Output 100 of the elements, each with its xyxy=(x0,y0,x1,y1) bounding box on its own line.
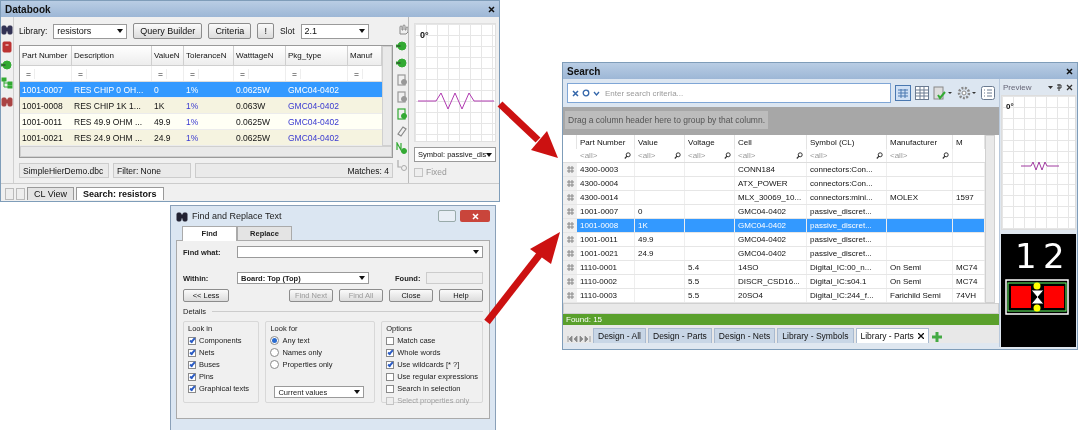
search-icon[interactable] xyxy=(724,152,731,159)
expand-icon[interactable] xyxy=(566,180,574,187)
scrollbar[interactable] xyxy=(563,303,999,314)
checkbox[interactable] xyxy=(386,384,395,393)
net-icon[interactable] xyxy=(396,142,408,154)
search-icon[interactable] xyxy=(942,152,949,159)
list-icon[interactable] xyxy=(981,86,995,100)
tab[interactable]: Search: resistors xyxy=(76,187,164,200)
search-icon[interactable] xyxy=(796,152,803,159)
hand-icon[interactable] xyxy=(396,23,408,35)
table-row[interactable]: 4300-0004 ATX_POWER connectors:Con... xyxy=(563,177,985,191)
toolbar-button[interactable]: Query Builder xyxy=(133,23,203,39)
scrollbar[interactable] xyxy=(20,146,392,157)
close-icon[interactable] xyxy=(1066,67,1073,75)
table-view-icon[interactable] xyxy=(895,85,911,101)
search-box[interactable]: Enter search criteria... xyxy=(567,83,891,103)
pin-icon[interactable] xyxy=(396,159,408,171)
table-row[interactable]: 4300-0014 MLX_30069_10... connectors:mini... MOLEX 1597 xyxy=(563,191,985,205)
plus-icon[interactable] xyxy=(396,57,408,69)
column-header[interactable]: Description xyxy=(72,46,152,66)
chevron-down-icon[interactable] xyxy=(593,90,600,96)
toolbar-button[interactable]: Criteria xyxy=(208,23,252,39)
eraser-icon[interactable] xyxy=(396,125,408,137)
checkbox[interactable] xyxy=(386,336,395,345)
close-icon[interactable] xyxy=(488,5,495,13)
refresh-icon[interactable] xyxy=(582,89,590,97)
filter-operator[interactable]: = xyxy=(23,68,35,79)
column-header[interactable]: Voltage xyxy=(685,135,735,149)
grid-icon[interactable] xyxy=(915,86,929,100)
expand-icon[interactable] xyxy=(566,208,574,215)
close-icon[interactable] xyxy=(917,333,924,339)
column-header[interactable]: ToleranceN xyxy=(184,46,234,66)
binoculars-icon[interactable] xyxy=(1,23,13,35)
table-row[interactable]: 1110-0001 5.4 14SO Digital_IC:00_n... On Semi MC74 xyxy=(563,261,985,275)
find-what-field[interactable] xyxy=(237,246,483,258)
radio-button[interactable] xyxy=(270,336,280,345)
radio-button[interactable] xyxy=(270,360,280,369)
table-row[interactable]: 1001-0021 RES 24.9 OHM ... 24.9 1% 0.0625W GMC04-0402 xyxy=(20,130,382,146)
plus-icon[interactable] xyxy=(1,59,13,71)
expand-icon[interactable] xyxy=(566,166,574,173)
clear-icon[interactable] xyxy=(572,89,579,97)
binoculars-icon[interactable] xyxy=(176,210,188,222)
book-icon[interactable] xyxy=(1,41,13,53)
expand-icon[interactable] xyxy=(566,236,574,243)
plus-icon[interactable] xyxy=(396,40,408,52)
panel-controls-icon[interactable] xyxy=(1048,83,1074,91)
checkbox[interactable] xyxy=(386,372,395,381)
filter-operator[interactable]: = xyxy=(351,68,363,79)
column-header[interactable]: Part Number xyxy=(577,135,635,149)
search-icon[interactable] xyxy=(624,152,631,159)
filter-operator[interactable]: = xyxy=(187,68,199,79)
checkbox[interactable] xyxy=(188,360,196,369)
checkbox[interactable] xyxy=(386,360,395,369)
slot-dropdown[interactable]: 2.1 xyxy=(300,23,369,39)
scrollbar[interactable] xyxy=(382,46,392,146)
table-row[interactable]: 1001-0011 RES 49.9 OHM ... 49.9 1% 0.0625W GMC04-0402 xyxy=(20,114,382,130)
close-button[interactable] xyxy=(460,210,490,222)
tab[interactable]: CL View xyxy=(27,187,75,200)
filter-operator[interactable]: = xyxy=(289,68,301,79)
filter-operator[interactable]: = xyxy=(155,68,167,79)
checkbox[interactable] xyxy=(188,372,196,381)
tab[interactable]: Library - Parts xyxy=(855,328,929,343)
expand-icon[interactable] xyxy=(566,250,574,257)
table-row[interactable]: 4300-0003 CONN184 connectors:Con... xyxy=(563,163,985,177)
library-dropdown[interactable]: resistors xyxy=(53,23,128,39)
table-row[interactable]: 1110-0002 5.5 DISCR_CSD16... Digital_IC:s04.1 On Semi MC74 xyxy=(563,275,985,289)
gear-icon[interactable] xyxy=(957,86,977,100)
tab[interactable]: Library - Symbols xyxy=(777,328,854,343)
page-icon[interactable] xyxy=(396,91,408,103)
column-header[interactable]: Symbol (CL) xyxy=(807,135,887,149)
checkbox[interactable] xyxy=(188,384,196,393)
column-header[interactable]: Cell xyxy=(735,135,807,149)
column-header[interactable]: Part Number xyxy=(20,46,72,66)
expand-icon[interactable] xyxy=(566,292,574,299)
tab-navigation-icon[interactable] xyxy=(567,335,591,343)
filter-operator[interactable]: = xyxy=(75,68,87,79)
page-icon[interactable] xyxy=(396,74,408,86)
filter-operator[interactable]: = xyxy=(237,68,249,79)
column-header[interactable]: ValueN xyxy=(152,46,184,66)
column-header[interactable]: Value xyxy=(635,135,685,149)
checkbox[interactable] xyxy=(386,348,395,357)
expand-icon[interactable] xyxy=(566,264,574,271)
table-row[interactable]: 1001-0011 49.9 GMC04-0402 passive_discret... xyxy=(563,233,985,247)
tab[interactable]: Design - All xyxy=(593,328,646,343)
tab[interactable]: Design - Parts xyxy=(648,328,712,343)
tab[interactable]: Design - Nets xyxy=(713,328,776,343)
add-tab-icon[interactable] xyxy=(930,331,943,343)
column-header[interactable]: Pkg_type xyxy=(286,46,348,66)
column-header[interactable]: Manufacturer xyxy=(887,135,953,149)
tree-icon[interactable] xyxy=(1,77,13,89)
expand-icon[interactable] xyxy=(566,222,574,229)
expand-icon[interactable] xyxy=(566,194,574,201)
checkbox[interactable] xyxy=(188,348,196,357)
table-row[interactable]: 1001-0008 RES CHIP 1K 1... 1K 1% 0.063W GMC04-0402 xyxy=(20,98,382,114)
document-check-icon[interactable] xyxy=(933,86,953,100)
checkbox[interactable] xyxy=(188,336,196,345)
expand-icon[interactable] xyxy=(566,278,574,285)
column-header[interactable]: WatttageN xyxy=(234,46,286,66)
search-icon[interactable] xyxy=(674,152,681,159)
page-icon[interactable] xyxy=(396,108,408,120)
